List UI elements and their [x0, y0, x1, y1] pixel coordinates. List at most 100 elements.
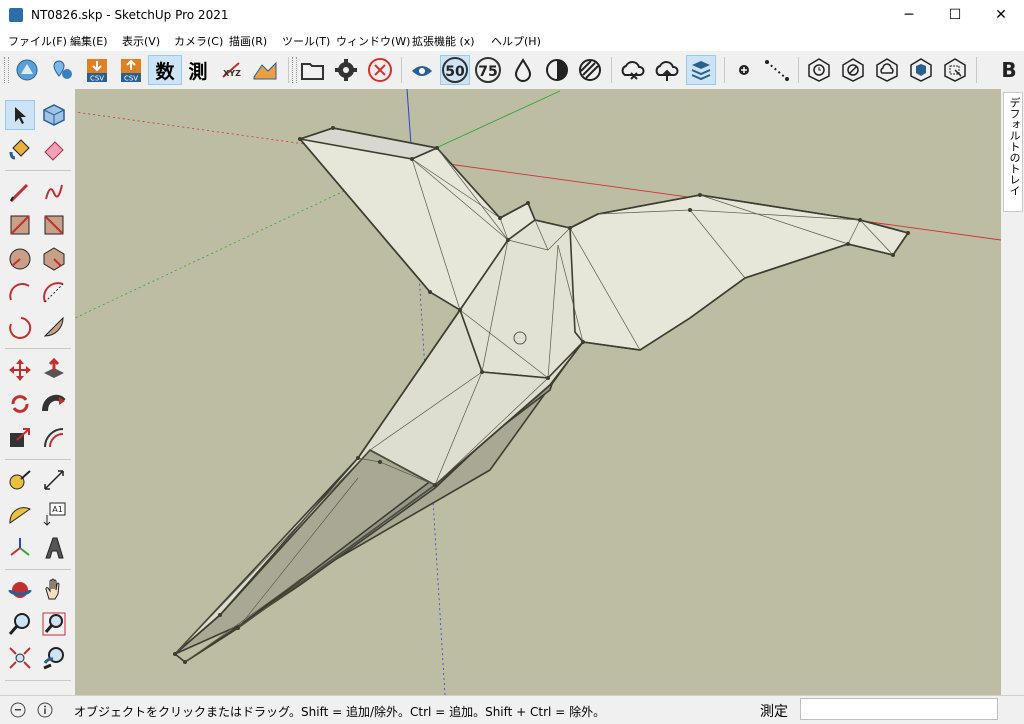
open-folder-icon[interactable]: [298, 55, 328, 85]
settings-gear-icon[interactable]: [331, 55, 361, 85]
count-button[interactable]: 数: [148, 55, 182, 85]
menu-help[interactable]: ヘルプ(H): [491, 33, 541, 49]
measurements-label: 測定: [760, 704, 788, 720]
main-toolbar: CSV CSV 数 測 XYZ 50 75 B: [0, 51, 1024, 90]
line-pencil-icon[interactable]: [5, 177, 35, 207]
dotted-line-icon[interactable]: [762, 55, 792, 85]
drop-icon[interactable]: [508, 55, 538, 85]
terrain-icon[interactable]: [250, 55, 280, 85]
menu-window[interactable]: ウィンドウ(W): [336, 33, 410, 49]
contrast-icon[interactable]: [542, 55, 572, 85]
toolbar-separator: [288, 57, 289, 83]
push-pull-icon[interactable]: [39, 355, 69, 385]
status-indicator-icon[interactable]: [10, 702, 26, 718]
circle-icon[interactable]: [5, 244, 35, 274]
3d-viewport[interactable]: [75, 89, 1001, 695]
csv-export-icon[interactable]: CSV: [116, 55, 146, 85]
previous-view-icon[interactable]: [39, 643, 69, 673]
info-icon[interactable]: [37, 702, 53, 718]
default-tray-tab[interactable]: デフォルトのトレイ: [1003, 92, 1023, 212]
geo-location-icon[interactable]: [12, 55, 42, 85]
tape-measure-icon[interactable]: [5, 465, 35, 495]
palette-separator: [5, 170, 71, 171]
location-pin-icon[interactable]: [47, 55, 77, 85]
menu-bar: ファイル(F) 編集(E) 表示(V) カメラ(C) 描画(R) ツール(T) …: [0, 31, 1024, 51]
follow-me-icon[interactable]: [39, 389, 69, 419]
model-geometry[interactable]: [174, 127, 909, 663]
cancel-icon[interactable]: [365, 55, 395, 85]
cloud-upload-icon[interactable]: [652, 55, 682, 85]
shadow-75-button[interactable]: 75: [473, 55, 503, 85]
window-title: NT0826.skp - SketchUp Pro 2021: [31, 8, 229, 22]
paint-bucket-icon[interactable]: [5, 134, 35, 164]
text-tool-icon[interactable]: A1: [39, 499, 69, 529]
orbit-icon[interactable]: [5, 575, 35, 605]
menu-draw[interactable]: 描画(R): [229, 33, 267, 49]
toolbar-separator: [401, 57, 402, 83]
component-cube-icon[interactable]: [39, 100, 69, 130]
arc-icon[interactable]: [5, 278, 35, 308]
measurements-input[interactable]: [800, 698, 998, 720]
rotate-icon[interactable]: [5, 389, 35, 419]
maximize-button[interactable]: ☐: [932, 0, 978, 31]
3d-text-icon[interactable]: [39, 533, 69, 563]
toolbar-grip[interactable]: [292, 57, 297, 83]
menu-file[interactable]: ファイル(F): [8, 33, 67, 49]
three-point-arc-icon[interactable]: [5, 312, 35, 342]
toolbar-grip[interactable]: [4, 57, 9, 83]
cloud-cube-icon[interactable]: [872, 55, 902, 85]
eraser-icon[interactable]: [39, 134, 69, 164]
hatch-icon[interactable]: [575, 55, 605, 85]
svg-text:XYZ: XYZ: [223, 69, 241, 78]
status-bar: オブジェクトをクリックまたはドラッグ。Shift = 追加/除外。Ctrl = …: [0, 695, 1024, 724]
freehand-icon[interactable]: [39, 177, 69, 207]
two-point-arc-icon[interactable]: [39, 278, 69, 308]
scale-icon[interactable]: [5, 423, 35, 453]
palette-separator: [5, 569, 71, 570]
offset-icon[interactable]: [39, 423, 69, 453]
title-bar: NT0826.skp - SketchUp Pro 2021 ─ ☐ ✕: [0, 0, 1024, 31]
history-cube-icon[interactable]: [804, 55, 834, 85]
status-hint-text: オブジェクトをクリックまたはドラッグ。Shift = 追加/除外。Ctrl = …: [74, 705, 606, 719]
dimension-icon[interactable]: [39, 465, 69, 495]
svg-text:A1: A1: [52, 505, 63, 514]
model-canvas[interactable]: [75, 89, 1001, 695]
menu-view[interactable]: 表示(V): [122, 33, 160, 49]
measure-button[interactable]: 測: [183, 55, 213, 85]
xyz-icon[interactable]: XYZ: [217, 55, 247, 85]
select-tool-arrow-icon[interactable]: [5, 100, 35, 130]
layers-stack-icon[interactable]: [686, 55, 716, 85]
export-cube-icon[interactable]: [940, 55, 970, 85]
menu-edit[interactable]: 編集(E): [70, 33, 108, 49]
csv-import-icon[interactable]: CSV: [82, 55, 112, 85]
toolbar-separator: [798, 57, 799, 83]
shadow-eye-icon[interactable]: [407, 55, 437, 85]
sketchup-cube-icon[interactable]: [906, 55, 936, 85]
minimize-button[interactable]: ─: [886, 0, 932, 31]
move-icon[interactable]: [5, 355, 35, 385]
zoom-extents-icon[interactable]: [5, 643, 35, 673]
pan-hand-icon[interactable]: [39, 575, 69, 605]
rotated-rectangle-icon[interactable]: [39, 210, 69, 240]
zoom-icon[interactable]: [5, 609, 35, 639]
svg-text:75: 75: [478, 64, 497, 80]
rectangle-icon[interactable]: [5, 210, 35, 240]
close-button[interactable]: ✕: [978, 0, 1024, 31]
menu-tools[interactable]: ツール(T): [282, 33, 330, 49]
toolbar-separator: [976, 57, 977, 83]
zoom-window-icon[interactable]: [39, 609, 69, 639]
shadow-50-button[interactable]: 50: [440, 55, 470, 85]
no-entry-cube-icon[interactable]: [838, 55, 868, 85]
axes-icon[interactable]: [5, 533, 35, 563]
brand-b-button[interactable]: B: [994, 55, 1024, 85]
menu-camera[interactable]: カメラ(C): [174, 33, 223, 49]
polygon-icon[interactable]: [39, 244, 69, 274]
tool-palette: A1: [0, 89, 75, 695]
protractor-icon[interactable]: [5, 499, 35, 529]
pie-icon[interactable]: [39, 312, 69, 342]
palette-separator: [5, 348, 71, 349]
menu-extensions[interactable]: 拡張機能 (x): [412, 33, 475, 49]
cloud-cancel-icon[interactable]: [618, 55, 648, 85]
add-point-icon[interactable]: [729, 55, 759, 85]
svg-text:CSV: CSV: [124, 75, 138, 83]
